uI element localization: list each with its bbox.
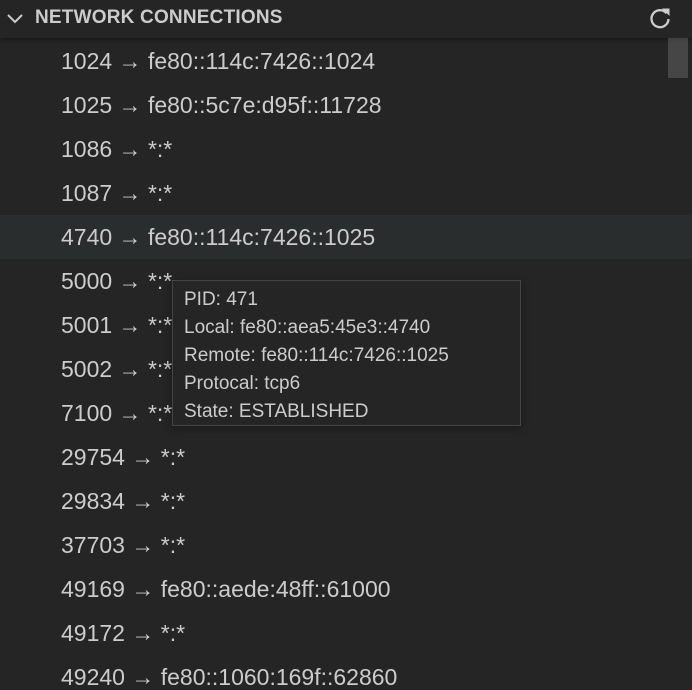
connection-row[interactable]: 29834 → *:*: [0, 479, 692, 523]
connection-row[interactable]: 1024 → fe80::114c:7426::1024: [0, 39, 692, 83]
tooltip-state: State: ESTABLISHED: [184, 401, 369, 422]
chevron-down-icon[interactable]: [6, 10, 24, 28]
connection-label: 1025 → fe80::5c7e:d95f::11728: [61, 92, 382, 118]
connection-tooltip: PID: 471 Local: fe80::aea5:45e3::4740 Re…: [172, 280, 521, 426]
connection-label: 49169 → fe80::aede:48ff::61000: [61, 576, 391, 602]
scrollbar-thumb[interactable]: [668, 38, 688, 78]
tooltip-protocol: Protocal: tcp6: [184, 373, 301, 394]
connection-label: 29834 → *:*: [61, 488, 186, 514]
tooltip-local: Local: fe80::aea5:45e3::4740: [184, 317, 431, 338]
connection-row[interactable]: 37703 → *:*: [0, 523, 692, 567]
panel-header[interactable]: NETWORK CONNECTIONS: [0, 0, 692, 38]
connection-row[interactable]: 29754 → *:*: [0, 435, 692, 479]
refresh-icon[interactable]: [645, 4, 675, 34]
connection-label: 1086 → *:*: [61, 136, 173, 162]
connection-label: 7100 → *:*: [61, 400, 173, 426]
connection-label: 37703 → *:*: [61, 532, 186, 558]
network-connections-panel: NETWORK CONNECTIONS 1024 → fe80::114c:74…: [0, 0, 692, 690]
connection-label: 4740 → fe80::114c:7426::1025: [61, 224, 376, 250]
connection-label: 1024 → fe80::114c:7426::1024: [61, 48, 376, 74]
connection-row[interactable]: 49172 → *:*: [0, 611, 692, 655]
connection-row[interactable]: 1087 → *:*: [0, 171, 692, 215]
connection-row[interactable]: 49240 → fe80::1060:169f::62860: [0, 655, 692, 690]
connection-row[interactable]: 4740 → fe80::114c:7426::1025: [0, 215, 692, 259]
connection-label: 5000 → *:*: [61, 268, 173, 294]
connection-row[interactable]: 1025 → fe80::5c7e:d95f::11728: [0, 83, 692, 127]
tooltip-remote: Remote: fe80::114c:7426::1025: [184, 345, 449, 366]
panel-title: NETWORK CONNECTIONS: [35, 7, 283, 28]
connection-label: 29754 → *:*: [61, 444, 186, 470]
tooltip-pid: PID: 471: [184, 289, 258, 310]
connection-label: 5002 → *:*: [61, 356, 173, 382]
connection-label: 49240 → fe80::1060:169f::62860: [61, 664, 398, 690]
connection-row[interactable]: 49169 → fe80::aede:48ff::61000: [0, 567, 692, 611]
connection-label: 1087 → *:*: [61, 180, 173, 206]
connection-row[interactable]: 1086 → *:*: [0, 127, 692, 171]
connection-label: 5001 → *:*: [61, 312, 173, 338]
connection-label: 49172 → *:*: [61, 620, 186, 646]
